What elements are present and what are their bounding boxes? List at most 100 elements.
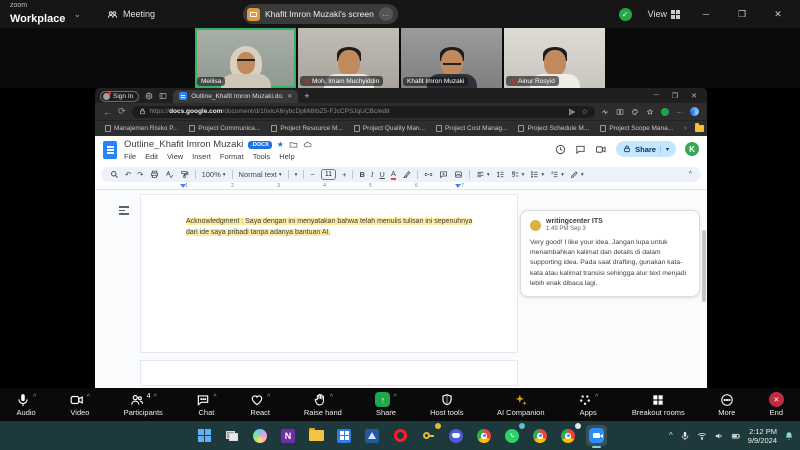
move-folder-icon[interactable] <box>289 140 298 149</box>
video-button[interactable]: ^ Video <box>70 392 90 417</box>
share-dropdown-icon[interactable]: ▾ <box>660 146 669 153</box>
maximize-button[interactable]: ❐ <box>732 9 752 20</box>
opera-icon[interactable] <box>390 425 411 446</box>
browser-minimize-button[interactable]: ─ <box>654 92 659 100</box>
screen-share-pill[interactable]: Khafit Imron Muzaki's screen … <box>243 4 398 24</box>
share-pill-menu-icon[interactable]: … <box>379 7 393 21</box>
taskbar-clock[interactable]: 2:12 PM 9/9/2024 <box>748 427 777 445</box>
chat-button[interactable]: ^ Chat <box>196 392 216 417</box>
copilot-icon[interactable] <box>250 425 271 446</box>
refresh-icon[interactable]: ⟳ <box>118 106 126 117</box>
participant-tile-meilisa[interactable]: Meilisa <box>195 28 296 88</box>
chat-menu-icon[interactable]: ^ <box>213 394 216 401</box>
add-comment-icon[interactable] <box>439 170 448 179</box>
vertical-tabs-icon[interactable] <box>159 92 167 100</box>
bookmark-item[interactable]: Project Quality Man... <box>354 125 425 132</box>
mail-app-icon[interactable] <box>362 425 383 446</box>
bulleted-list-select[interactable]: ▾ <box>530 170 544 179</box>
browser-signin-button[interactable]: Sign In <box>100 91 139 102</box>
meet-presence-icon[interactable] <box>595 144 607 155</box>
document-page-2[interactable] <box>140 360 518 386</box>
zoom-select[interactable]: 100%▾ <box>202 170 226 179</box>
tray-mic-icon[interactable] <box>680 431 690 441</box>
zoom-taskbar-icon[interactable] <box>586 425 607 446</box>
site-lock-icon[interactable] <box>139 108 146 115</box>
menu-tools[interactable]: Tools <box>253 152 271 161</box>
font-size-increase[interactable]: + <box>342 170 346 179</box>
copilot-icon[interactable] <box>690 107 699 116</box>
breakout-rooms-button[interactable]: Breakout rooms <box>632 392 685 417</box>
participant-tile-ainur[interactable]: Ainur Rosyid <box>504 28 605 88</box>
chrome-icon[interactable] <box>474 425 495 446</box>
undo-icon[interactable]: ↶ <box>125 170 131 179</box>
whatsapp-icon[interactable] <box>502 425 523 446</box>
font-size-input[interactable]: 11 <box>321 169 336 180</box>
bookmark-item[interactable]: Project Resource M... <box>271 125 343 132</box>
account-avatar[interactable]: K <box>685 142 699 156</box>
onenote-icon[interactable]: N <box>278 425 299 446</box>
version-history-icon[interactable] <box>555 144 566 155</box>
bookmark-item[interactable]: Project Schedule M... <box>518 125 589 132</box>
share-button[interactable]: Share ▾ <box>616 141 676 157</box>
apps-button[interactable]: ^ Apps <box>578 392 598 417</box>
participants-menu-icon[interactable]: ^ <box>153 394 156 401</box>
participant-tile-khafit[interactable]: Khafit Imron Muzaki <box>401 28 502 88</box>
cloud-status-icon[interactable] <box>303 140 312 149</box>
insert-link-icon[interactable] <box>424 170 433 179</box>
chrome-profile-3-icon[interactable] <box>558 425 579 446</box>
other-favorites-button[interactable]: Other favorites <box>695 125 707 132</box>
italic-button[interactable]: I <box>371 170 374 179</box>
bookmark-item[interactable]: Project Scope Mana... <box>600 125 673 132</box>
participant-tile-imam[interactable]: Moh. Imam Muchyiddin <box>298 28 399 88</box>
star-icon[interactable]: ★ <box>277 140 284 149</box>
line-spacing-icon[interactable] <box>496 170 505 179</box>
tab-meeting[interactable]: Meeting <box>107 9 155 20</box>
editing-mode-select[interactable]: ▾ <box>570 170 584 179</box>
browser-essentials-icon[interactable] <box>601 108 609 116</box>
workspaces-icon[interactable] <box>145 92 153 100</box>
comments-icon[interactable] <box>575 144 586 155</box>
checklist-select[interactable]: ▾ <box>511 170 525 179</box>
tray-overflow-icon[interactable]: ^ <box>669 431 673 440</box>
document-title[interactable]: Outline_Khafit Imron Muzaki <box>124 139 243 150</box>
share-screen-button[interactable]: ↑ ^ Share <box>375 392 396 417</box>
numbered-list-select[interactable]: ▾ <box>550 170 564 179</box>
paint-format-icon[interactable] <box>180 170 189 179</box>
wifi-icon[interactable] <box>697 431 707 441</box>
microsoft-store-icon[interactable] <box>334 425 355 446</box>
browser-close-button[interactable]: ✕ <box>691 92 697 100</box>
host-tools-button[interactable]: Host tools <box>430 392 463 417</box>
share-menu-icon[interactable]: ^ <box>393 394 396 401</box>
discord-icon[interactable] <box>446 425 467 446</box>
font-size-decrease[interactable]: − <box>310 170 314 179</box>
text-color-button[interactable]: A <box>391 170 396 180</box>
video-menu-icon[interactable]: ^ <box>87 394 90 401</box>
view-button[interactable]: View <box>648 9 680 19</box>
extension-green-icon[interactable] <box>661 108 669 116</box>
end-meeting-button[interactable]: ✕ End <box>769 392 784 417</box>
google-docs-icon[interactable] <box>103 141 117 159</box>
menu-format[interactable]: Format <box>220 152 244 161</box>
menu-file[interactable]: File <box>124 152 136 161</box>
bookmarks-overflow-icon[interactable]: › <box>684 125 686 132</box>
new-tab-button[interactable]: + <box>304 91 309 101</box>
volume-icon[interactable] <box>714 431 724 441</box>
print-icon[interactable] <box>150 170 159 179</box>
spellcheck-icon[interactable] <box>165 170 174 179</box>
bookmark-item[interactable]: Manajemen Risiko P... <box>105 125 178 132</box>
back-icon[interactable]: ← <box>103 107 112 117</box>
workplace-chevron-icon[interactable]: ⌄ <box>73 9 81 20</box>
menu-insert[interactable]: Insert <box>192 152 211 161</box>
document-outline-icon[interactable] <box>119 206 129 217</box>
minimize-button[interactable]: ─ <box>696 9 716 19</box>
windows-start-icon[interactable] <box>194 425 215 446</box>
bold-button[interactable]: B <box>359 170 364 179</box>
search-menus-icon[interactable] <box>110 170 119 179</box>
right-indent-marker[interactable] <box>455 184 461 188</box>
bookmark-item[interactable]: Project Communica... <box>189 125 260 132</box>
share-page-icon[interactable] <box>568 108 576 116</box>
browser-settings-icon[interactable]: … <box>676 108 683 115</box>
extensions-icon[interactable] <box>631 108 639 116</box>
favorites-icon[interactable] <box>646 108 654 116</box>
left-indent-marker[interactable] <box>180 184 186 188</box>
